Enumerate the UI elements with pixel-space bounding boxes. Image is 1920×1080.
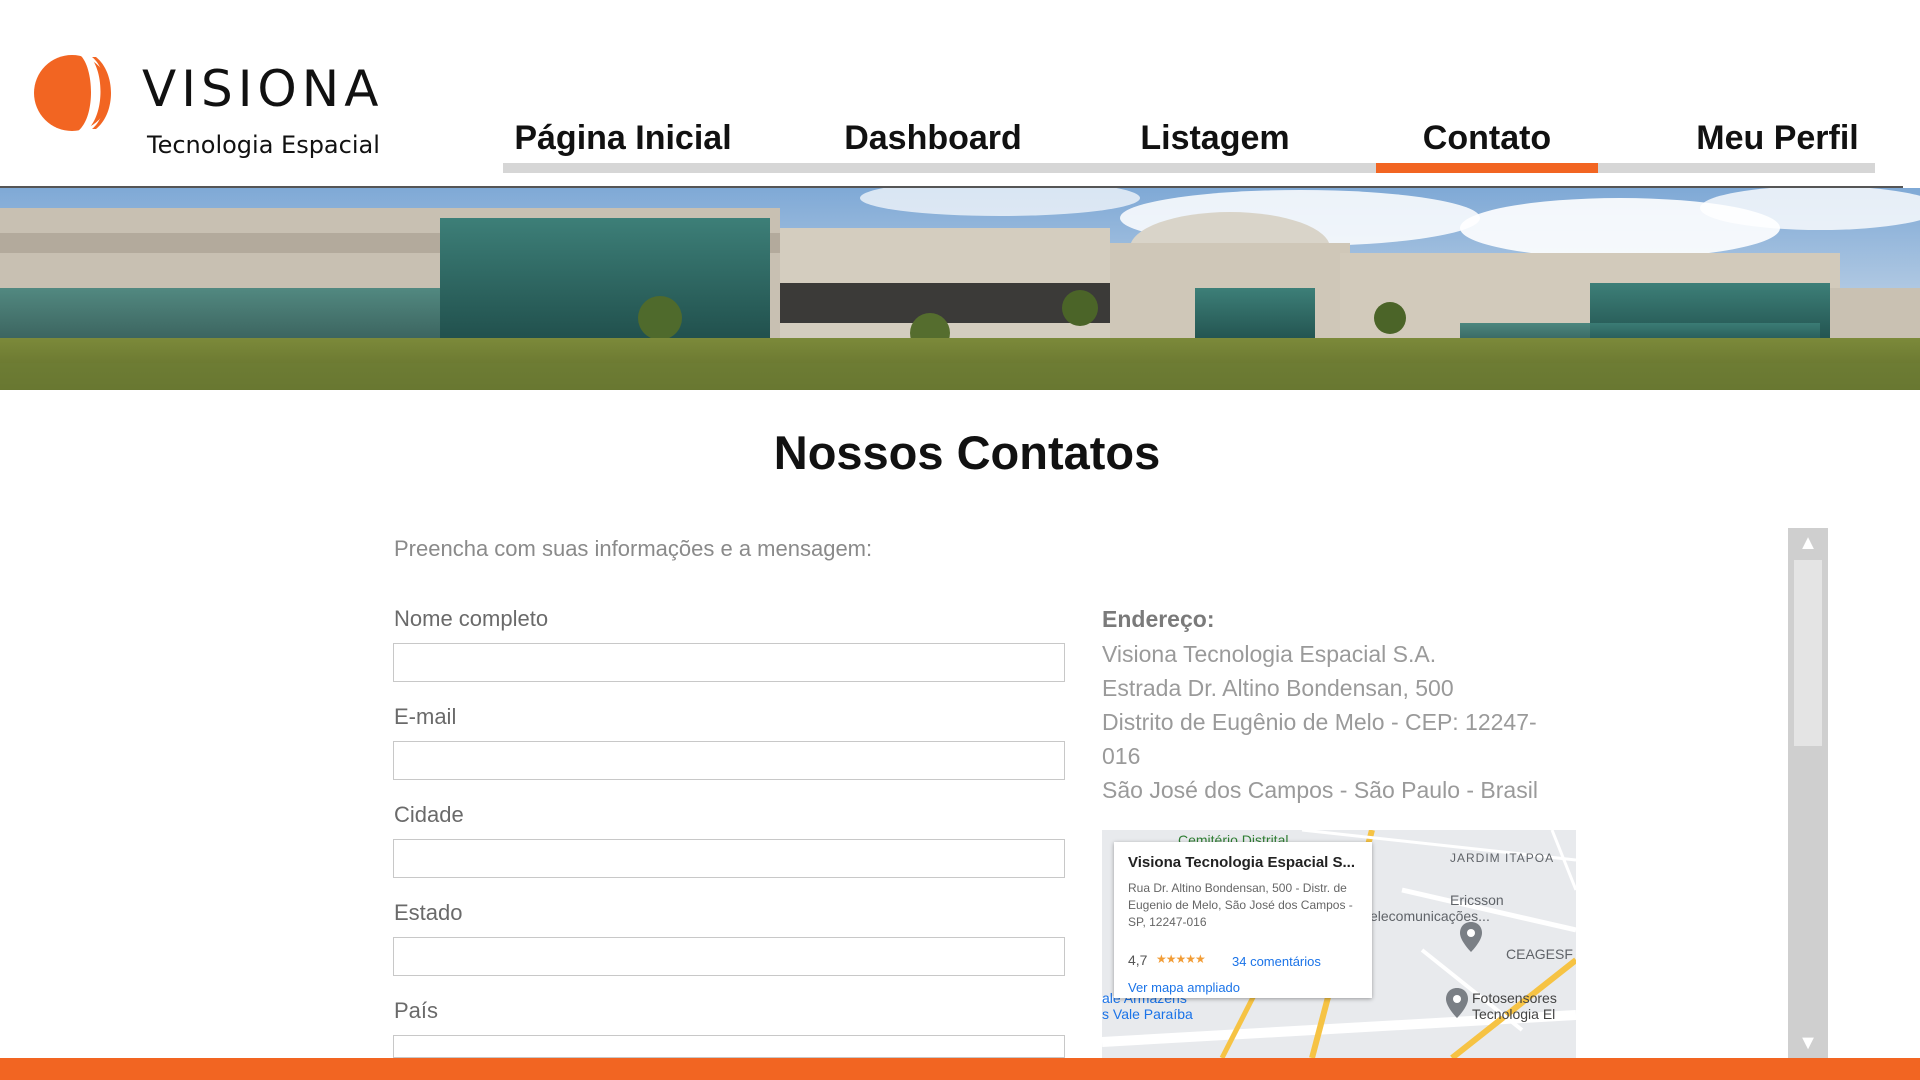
map-label-fotosensores-2: Tecnologia El [1472,1006,1556,1022]
map-place-card: Visiona Tecnologia Espacial S... Rua Dr.… [1114,842,1372,998]
footer-accent-bar [0,1058,1920,1080]
label-nome-completo: Nome completo [394,606,549,631]
map-card-title: Visiona Tecnologia Espacial S... [1128,854,1356,871]
scroll-up-arrow-icon[interactable]: ▲ [1788,528,1828,558]
brand-logo[interactable]: VISIONA Tecnologia Espacial [34,50,394,170]
cidade-input[interactable] [393,839,1065,878]
estado-input[interactable] [393,937,1065,976]
address-line: Estrada Dr. Altino Bondensan, 500 [1102,675,1454,701]
label-cidade: Cidade [394,802,464,827]
nav-item-contato[interactable]: Contato [1376,108,1598,162]
label-email: E-mail [394,704,457,729]
view-larger-map-link[interactable]: Ver mapa ampliado [1128,980,1240,995]
nav-item-pagina-inicial[interactable]: Página Inicial [503,108,743,162]
address-line: Visiona Tecnologia Espacial S.A. [1102,641,1437,667]
label-estado: Estado [394,900,463,925]
nav-item-listagem[interactable]: Listagem [1115,108,1315,162]
map-card-rating: 4,7 [1128,952,1148,968]
nav-item-dashboard[interactable]: Dashboard [828,108,1038,162]
map-label-ceagesp: CEAGESF [1506,946,1573,962]
rating-stars-icon: ★★★★★ [1156,952,1206,966]
embedded-map[interactable]: Cemitério Distrital JARDIM ITAPOA Ericss… [1102,830,1576,1058]
map-card-reviews-link[interactable]: 34 comentários [1232,954,1321,969]
address-line: Distrito de Eugênio de Melo - CEP: 12247… [1102,709,1537,735]
map-label-neighborhood: JARDIM ITAPOA [1450,851,1555,865]
nome-completo-input[interactable] [393,643,1065,682]
email-input[interactable] [393,741,1065,780]
address-line: 016 [1102,743,1141,769]
form-intro: Preencha com suas informações e a mensag… [394,536,873,561]
brand-tagline: Tecnologia Espacial [147,131,380,159]
nav-active-indicator [1376,163,1598,173]
scroll-down-arrow-icon[interactable]: ▼ [1788,1028,1828,1058]
page-title: Nossos Contatos [773,426,1161,479]
map-pin-icon[interactable] [1460,922,1482,952]
hero-banner-image [0,188,1920,390]
map-label-ericsson: Ericsson [1450,892,1504,908]
visiona-logo-icon [34,55,111,131]
map-label-armazens-2: s Vale Paraíba [1102,1006,1193,1022]
scroll-thumb[interactable] [1794,560,1822,746]
brand-name: VISIONA [142,60,384,118]
pais-input[interactable] [393,1035,1065,1058]
map-label-fotosensores: Fotosensores [1472,990,1557,1006]
nav-item-meu-perfil[interactable]: Meu Perfil [1680,108,1875,162]
address-heading: Endereço: [1102,606,1215,632]
label-pais: País [394,998,439,1023]
map-pin-icon[interactable] [1446,988,1468,1018]
scrollbar[interactable]: ▲ ▼ [1788,528,1828,1058]
main-nav: Página Inicial Dashboard Listagem Contat… [503,108,1875,173]
map-card-address: Rua Dr. Altino Bondensan, 500 - Distr. d… [1128,881,1353,929]
address-line: São José dos Campos - São Paulo - Brasil [1102,777,1538,803]
nav-underline [503,163,1875,173]
